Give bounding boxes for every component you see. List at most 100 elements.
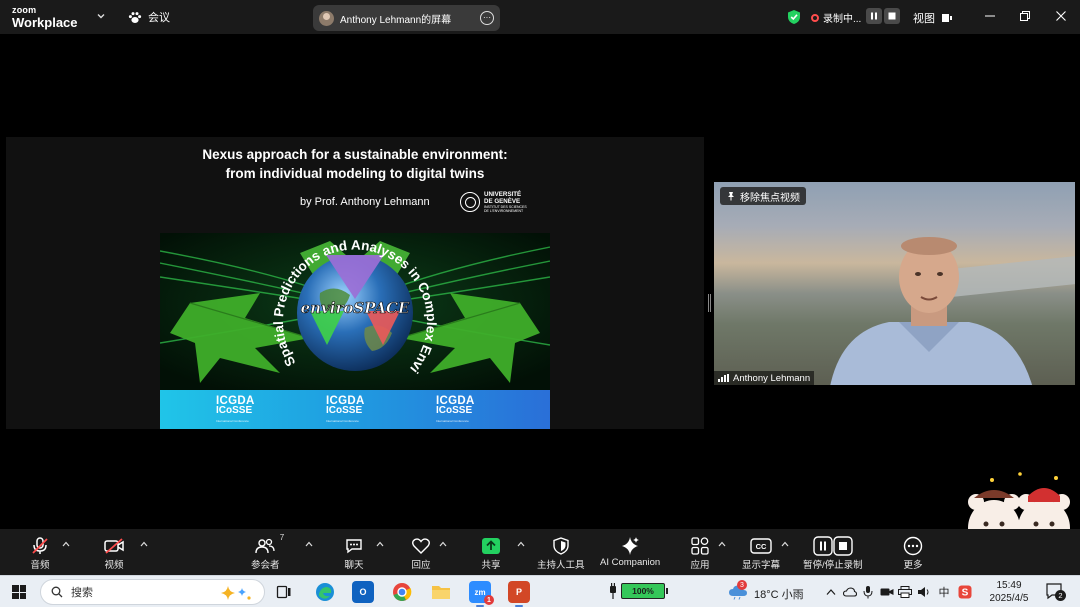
- share-screen-button[interactable]: 共享: [480, 536, 502, 571]
- sparkle-decoration-icon: [221, 586, 251, 600]
- video-options-chevron-icon[interactable]: [140, 541, 148, 547]
- avatar: [319, 10, 334, 26]
- security-shield-icon[interactable]: [787, 9, 801, 25]
- speaker-volume-icon[interactable]: [917, 585, 931, 599]
- chevron-down-icon[interactable]: [96, 11, 106, 21]
- close-button[interactable]: [1054, 9, 1068, 23]
- participants-options-chevron-icon[interactable]: [305, 541, 313, 547]
- powerpoint-icon[interactable]: P: [508, 581, 530, 607]
- apps-button[interactable]: 应用: [689, 536, 711, 571]
- camera-icon[interactable]: [880, 585, 894, 599]
- stop-icon: [888, 12, 896, 20]
- recording-indicator: 录制中...: [811, 10, 861, 25]
- clock-time: 15:49: [996, 580, 1022, 591]
- logo-line2: ICoSSE: [436, 405, 473, 416]
- tray-expand-chevron-icon[interactable]: [824, 585, 838, 599]
- participants-button[interactable]: 7 参会者: [251, 533, 284, 571]
- more-options-icon[interactable]: ···: [480, 11, 494, 25]
- close-icon: [1056, 11, 1066, 21]
- audio-options-chevron-icon[interactable]: [62, 541, 70, 547]
- sogou-input-icon[interactable]: S: [958, 585, 972, 599]
- clock-date: 2025/4/5: [989, 593, 1029, 604]
- weather-widget[interactable]: 3 18°C 小雨: [728, 580, 804, 603]
- more-dots-icon: [903, 536, 923, 556]
- cloud-rain-icon: 3: [728, 580, 748, 603]
- zoom-workplace-logo[interactable]: zoom Workplace: [12, 6, 78, 30]
- host-tools-label: 主持人工具: [537, 560, 585, 571]
- minimize-button[interactable]: [983, 9, 997, 23]
- signal-strength-icon: [718, 374, 729, 382]
- unpin-video-button[interactable]: 移除焦点视频: [720, 187, 806, 205]
- envirospace-logo-art: Spatial Predictions and Analyses in Comp…: [160, 233, 550, 390]
- participants-count: 7: [279, 533, 285, 542]
- brand-large: Workplace: [12, 15, 78, 30]
- speaker-figure: [830, 237, 1032, 385]
- logo-line3: International Conference: [436, 419, 469, 423]
- outlook-icon[interactable]: O: [352, 581, 374, 603]
- pause-stop-recording-icon: [813, 536, 853, 556]
- apps-grid-icon: [691, 537, 709, 555]
- view-menu[interactable]: 视图: [913, 10, 953, 26]
- host-tools-button[interactable]: 主持人工具: [537, 536, 585, 571]
- pin-icon: [728, 192, 734, 201]
- more-button[interactable]: 更多: [902, 536, 924, 571]
- react-label: 回应: [411, 560, 431, 571]
- logo-line3: International Conference: [326, 419, 359, 423]
- panel-resize-handle[interactable]: [708, 294, 711, 312]
- apps-label: 应用: [690, 560, 710, 571]
- apps-options-chevron-icon[interactable]: [718, 541, 726, 547]
- pause-stop-recording-label: 暂停/停止录制: [803, 560, 863, 571]
- icgda-logo: ICGDA ICoSSE International Conference: [436, 395, 475, 426]
- slide-title-line1: Nexus approach for a sustainable environ…: [202, 147, 508, 162]
- camera-off-icon: [104, 538, 124, 554]
- more-label: 更多: [903, 560, 923, 571]
- heart-icon: [412, 538, 430, 554]
- slide-title-line2: from individual modeling to digital twin…: [225, 166, 485, 181]
- taskbar-search[interactable]: 搜索: [40, 579, 265, 605]
- ai-companion-label: AI Companion: [600, 557, 661, 568]
- record-dot-icon: [811, 13, 819, 22]
- pause-stop-recording-button[interactable]: 暂停/停止录制: [803, 536, 863, 571]
- notification-center-icon[interactable]: 2: [1046, 583, 1066, 601]
- icgda-logo: ICGDA ICoSSE International Conference: [216, 395, 255, 426]
- speaker-video[interactable]: [714, 182, 1075, 385]
- restore-button[interactable]: [1018, 9, 1032, 23]
- zoom-badge: 1: [484, 595, 494, 605]
- ime-indicator[interactable]: 中: [937, 585, 951, 599]
- printer-icon[interactable]: [898, 585, 912, 599]
- edge-browser-icon[interactable]: [314, 581, 336, 603]
- screen-share-indicator[interactable]: Anthony Lehmann的屏幕 ···: [313, 5, 500, 31]
- meeting-label: 会议: [148, 12, 170, 24]
- university-line1: UNIVERSITÉ: [484, 191, 522, 198]
- chrome-icon[interactable]: [391, 581, 413, 603]
- pause-icon: [871, 12, 877, 20]
- system-clock[interactable]: 15:49 2025/4/5: [984, 579, 1034, 605]
- weather-text: 18°C 小雨: [754, 588, 804, 601]
- microphone-icon[interactable]: [861, 585, 875, 599]
- onedrive-cloud-icon[interactable]: [843, 585, 857, 599]
- ai-companion-button[interactable]: AI Companion: [600, 536, 660, 568]
- react-options-chevron-icon[interactable]: [439, 541, 447, 547]
- chat-options-chevron-icon[interactable]: [376, 541, 384, 547]
- pause-recording-button[interactable]: [866, 8, 882, 24]
- restore-icon: [1020, 11, 1030, 21]
- zoom-taskbar-icon[interactable]: zm 1: [469, 581, 494, 607]
- task-view-icon[interactable]: [273, 581, 295, 603]
- windows-start-icon[interactable]: [12, 585, 26, 599]
- captions-button[interactable]: CC 显示字幕: [742, 536, 780, 571]
- share-options-chevron-icon[interactable]: [517, 541, 525, 547]
- react-button[interactable]: 回应: [410, 536, 432, 571]
- shared-screen[interactable]: Nexus approach for a sustainable environ…: [6, 137, 704, 429]
- envirospace-text: enviroSPACE: [301, 299, 410, 317]
- stop-recording-button[interactable]: [884, 8, 900, 24]
- sponsor-banner: ICGDA ICoSSE International Conference IC…: [160, 390, 550, 429]
- chat-button[interactable]: 聊天: [343, 536, 365, 571]
- file-explorer-icon[interactable]: [430, 581, 452, 603]
- battery-indicator[interactable]: 100%: [608, 583, 668, 599]
- video-button[interactable]: 视频: [103, 536, 125, 571]
- share-arrow-icon: [482, 538, 500, 554]
- captions-options-chevron-icon[interactable]: [781, 541, 789, 547]
- audio-button[interactable]: 音频: [29, 536, 51, 571]
- logo-line2: ICoSSE: [216, 405, 253, 416]
- meeting-menu[interactable]: 会议: [128, 9, 170, 25]
